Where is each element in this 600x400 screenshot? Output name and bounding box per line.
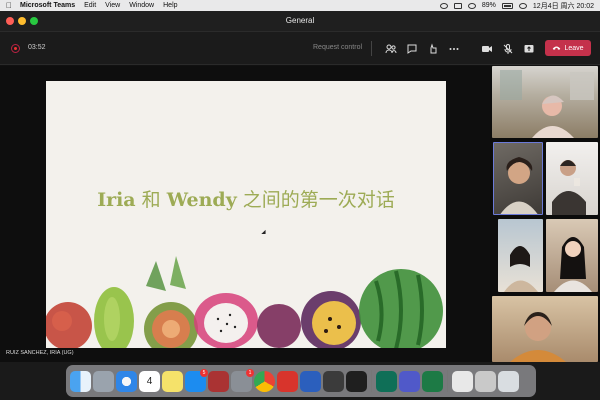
slide-title-name2: Wendy bbox=[166, 189, 237, 211]
datetime[interactable]: 12月4日 周六 20:02 bbox=[533, 1, 594, 11]
dictionary-icon[interactable] bbox=[208, 370, 229, 392]
macos-dock-area: 4 5 1 bbox=[0, 362, 600, 400]
participant-video bbox=[500, 70, 594, 138]
recording-icon bbox=[11, 44, 20, 53]
people-button[interactable] bbox=[383, 41, 399, 57]
preview-icon[interactable] bbox=[452, 370, 473, 392]
camera-icon bbox=[482, 46, 492, 52]
reactions-button[interactable] bbox=[425, 41, 441, 57]
macos-dock: 4 5 1 bbox=[66, 365, 536, 397]
mic-off-icon bbox=[503, 44, 513, 54]
downloads-icon[interactable] bbox=[475, 370, 496, 392]
launchpad-icon[interactable] bbox=[93, 370, 114, 392]
meeting-timer: 03:52 bbox=[28, 44, 46, 51]
reactions-icon bbox=[430, 43, 437, 54]
phone-icon bbox=[553, 46, 561, 50]
participant-tile[interactable] bbox=[546, 142, 598, 215]
participant-gallery bbox=[490, 66, 600, 362]
screen-icon[interactable] bbox=[453, 2, 462, 9]
chat-button[interactable] bbox=[404, 41, 420, 57]
macos-menubar:  Microsoft Teams Edit View Window Help … bbox=[0, 0, 600, 11]
share-icon bbox=[524, 45, 534, 53]
participant-video bbox=[504, 246, 538, 292]
menu-window[interactable]: Window bbox=[129, 0, 154, 11]
presenter-name-label: RUIZ SANCHEZ, IRIA (UG) bbox=[6, 350, 74, 356]
share-button[interactable] bbox=[521, 41, 537, 57]
menu-edit[interactable]: Edit bbox=[84, 0, 96, 11]
settings-badge: 1 bbox=[246, 368, 254, 377]
excel-icon[interactable] bbox=[422, 370, 443, 392]
teams-icon[interactable] bbox=[399, 370, 420, 392]
dock-divider bbox=[447, 370, 448, 392]
chrome-icon[interactable] bbox=[254, 370, 275, 392]
shared-slide: Iria 和 Wendy 之间的第一次对话 bbox=[46, 81, 446, 348]
controls-divider bbox=[371, 41, 372, 56]
user-icon[interactable] bbox=[518, 2, 527, 9]
slide-title: Iria 和 Wendy 之间的第一次对话 bbox=[46, 185, 446, 212]
participant-tile[interactable] bbox=[492, 66, 598, 138]
leave-button[interactable]: Leave bbox=[545, 40, 591, 56]
more-icon bbox=[449, 48, 459, 50]
appstore-badge: 5 bbox=[200, 368, 208, 377]
menu-view[interactable]: View bbox=[105, 0, 120, 11]
participant-tile-speaking[interactable] bbox=[493, 142, 543, 215]
dock-divider bbox=[371, 370, 372, 392]
menu-help[interactable]: Help bbox=[163, 0, 177, 11]
meeting-controls: 03:52 Request control bbox=[0, 32, 600, 65]
wifi-icon[interactable] bbox=[467, 2, 476, 9]
vpn-icon[interactable] bbox=[376, 370, 397, 392]
mic-button[interactable] bbox=[500, 41, 516, 57]
safari-icon[interactable] bbox=[116, 370, 137, 392]
participant-tile[interactable] bbox=[546, 219, 598, 292]
participant-video bbox=[510, 312, 566, 362]
shared-screen-stage: Iria 和 Wendy 之间的第一次对话 RUIZ SANCHEZ, IRIA… bbox=[0, 66, 490, 362]
camera-button[interactable] bbox=[479, 41, 495, 57]
participant-video bbox=[554, 237, 592, 292]
notes-icon[interactable] bbox=[162, 370, 183, 392]
slide-title-conj: 和 bbox=[135, 189, 167, 211]
calendar-icon[interactable]: 4 bbox=[139, 370, 160, 392]
participant-tile[interactable] bbox=[492, 296, 598, 362]
request-control-button[interactable]: Request control bbox=[313, 44, 362, 51]
battery-icon[interactable] bbox=[501, 2, 513, 9]
window-titlebar: General bbox=[0, 11, 600, 32]
system-settings-icon[interactable]: 1 bbox=[231, 368, 254, 392]
slide-title-rest: 之间的第一次对话 bbox=[236, 189, 395, 211]
leave-label: Leave bbox=[564, 44, 584, 52]
appstore-icon[interactable]: 5 bbox=[185, 368, 208, 392]
watercolor-fruits-illustration bbox=[46, 256, 443, 348]
participant-video bbox=[500, 157, 538, 214]
participant-video bbox=[552, 160, 586, 215]
status-icon[interactable] bbox=[439, 2, 448, 9]
word-icon[interactable] bbox=[300, 370, 321, 392]
menu-app-name[interactable]: Microsoft Teams bbox=[20, 0, 75, 11]
slide-title-name1: Iria bbox=[97, 189, 136, 211]
more-actions-button[interactable] bbox=[446, 41, 462, 57]
evernote-icon[interactable] bbox=[346, 370, 367, 392]
people-icon bbox=[385, 44, 397, 54]
mouse-cursor-icon bbox=[261, 229, 268, 237]
trash-icon[interactable] bbox=[498, 370, 519, 392]
battery-percent: 89% bbox=[481, 2, 496, 9]
participant-tile[interactable] bbox=[498, 219, 543, 292]
window-title: General bbox=[285, 16, 315, 25]
scripts-icon[interactable] bbox=[323, 370, 344, 392]
finder-icon[interactable] bbox=[70, 370, 91, 392]
chat-icon bbox=[407, 44, 417, 54]
apple-icon[interactable]:  bbox=[6, 0, 12, 11]
zotero-icon[interactable] bbox=[277, 370, 298, 392]
